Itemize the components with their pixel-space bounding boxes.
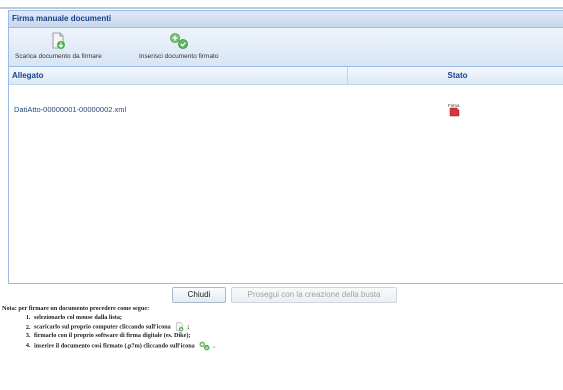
- column-header-allegato[interactable]: Allegato: [12, 67, 44, 84]
- top-window-bar: [0, 0, 563, 9]
- note-step-1: selezionarlo col mouse dalla lista;: [32, 314, 557, 323]
- panel-title: Firma manuale documenti: [9, 11, 563, 28]
- close-button[interactable]: Chiudi: [172, 287, 226, 303]
- note-step-2-suffix: ;: [187, 323, 190, 331]
- unsigned-document-icon: Firma: [448, 103, 460, 117]
- download-document-icon: [176, 322, 184, 332]
- add-signed-document-icon: [169, 33, 188, 49]
- upload-signed-document-label: Inserisci documento firmato: [139, 53, 219, 60]
- attachment-filename: DatiAtto-00000001-00000002.xml: [14, 105, 127, 114]
- note-step-3: firmarlo con il proprio software di firm…: [32, 332, 557, 341]
- download-document-icon: [52, 32, 66, 49]
- note-intro: Nota: per firmare un documento procedere…: [2, 305, 150, 312]
- column-header-stato[interactable]: Stato: [348, 67, 563, 84]
- note-step-2-text: scaricarlo sul proprio computer cliccand…: [34, 323, 171, 331]
- instructions-note: Nota: per firmare un documento procedere…: [2, 305, 557, 351]
- status-label: Firma: [448, 103, 460, 108]
- note-step-1-text: selezionarlo col mouse dalla lista;: [34, 313, 122, 321]
- toolbar: Scarica documento da firmare Inserisci d…: [9, 28, 563, 67]
- button-bar: Chiudi Prosegui con la creazione della b…: [0, 287, 563, 303]
- note-steps: selezionarlo col mouse dalla lista; scar…: [2, 314, 557, 351]
- continue-create-envelope-button[interactable]: Prosegui con la creazione della busta: [231, 287, 397, 303]
- download-document-label: Scarica documento da firmare: [15, 53, 102, 60]
- upload-signed-document-button[interactable]: Inserisci documento firmato: [139, 32, 218, 60]
- grid-header: Allegato Stato: [9, 67, 563, 85]
- signing-panel: Firma manuale documenti Scarica document…: [8, 10, 563, 284]
- status-cell[interactable]: Firma: [447, 103, 465, 119]
- note-step-4: inserire il documento così firmato (.p7m…: [32, 341, 557, 351]
- download-document-button[interactable]: Scarica documento da firmare: [15, 32, 102, 60]
- note-step-4-suffix: .: [213, 342, 215, 350]
- note-step-4-text: inserire il documento così firmato (.p7m…: [34, 342, 195, 350]
- table-row[interactable]: DatiAtto-00000001-00000002.xml Firma: [9, 103, 563, 117]
- add-signed-document-icon: [199, 341, 210, 351]
- note-step-3-text: firmarlo con il proprio software di firm…: [34, 332, 191, 340]
- note-step-2: scaricarlo sul proprio computer cliccand…: [32, 322, 557, 332]
